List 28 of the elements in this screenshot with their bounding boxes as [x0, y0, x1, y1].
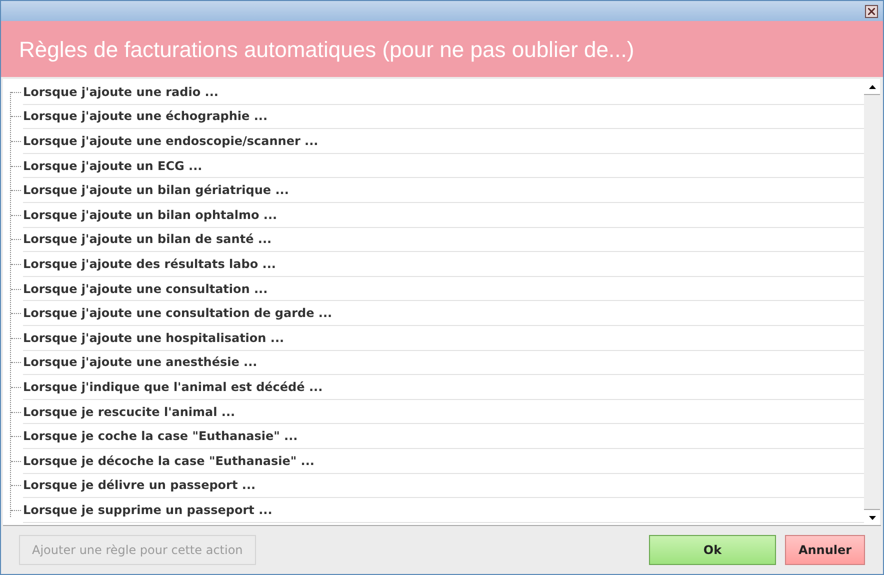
rule-item[interactable]: Lorsque j'ajoute un bilan de santé ...: [23, 230, 272, 248]
rule-item[interactable]: Lorsque je coche la case "Euthanasie" ...: [23, 427, 298, 446]
rule-item[interactable]: Lorsque j'ajoute une consultation de garde ...: [23, 304, 332, 322]
rule-item[interactable]: Lorsque j'ajoute une hospitalisation ...: [23, 328, 284, 347]
down-arrow-icon: [868, 516, 876, 520]
rule-item[interactable]: Lorsque je supprime un passeport ...: [23, 500, 272, 519]
rule-item[interactable]: Lorsque j'ajoute une endoscopie/scanner ...: [23, 132, 318, 150]
rule-item[interactable]: Lorsque j'ajoute une radio ...: [23, 82, 218, 101]
close-button[interactable]: [865, 4, 878, 18]
scrollbar[interactable]: [864, 79, 880, 525]
rule-item[interactable]: Lorsque j'ajoute un ECG ...: [23, 156, 202, 175]
rule-item[interactable]: Lorsque j'ajoute un bilan ophtalmo ...: [23, 206, 278, 224]
up-arrow-icon: [868, 84, 876, 88]
rule-item[interactable]: Lorsque je rescucite l'animal ...: [23, 402, 236, 421]
rule-item[interactable]: Lorsque j'indique que l'animal est décédé ...: [23, 378, 323, 396]
rule-item[interactable]: Lorsque j'ajoute un bilan gériatrique ...: [23, 181, 289, 200]
rule-item[interactable]: Lorsque j'ajoute une échographie ...: [23, 107, 268, 126]
rule-item[interactable]: Lorsque j'ajoute une anesthésie ...: [23, 353, 258, 372]
cancel-button[interactable]: Annuler: [785, 535, 865, 565]
dialog-title: Règles de facturations automatiques (pour ne pas oublier de...): [19, 36, 634, 64]
rule-item[interactable]: Lorsque j'ajoute des résultats labo ...: [23, 254, 276, 273]
ok-button[interactable]: Ok: [649, 535, 776, 565]
rule-item[interactable]: Lorsque je décoche la case "Euthanasie" ...: [23, 452, 314, 470]
rule-item[interactable]: Lorsque je délivre un passeport ...: [23, 476, 256, 494]
scroll-up-button[interactable]: [864, 79, 880, 95]
rule-item[interactable]: Lorsque j'ajoute une consultation ...: [23, 280, 268, 298]
scroll-down-button[interactable]: [864, 509, 880, 525]
close-icon: [868, 8, 875, 14]
